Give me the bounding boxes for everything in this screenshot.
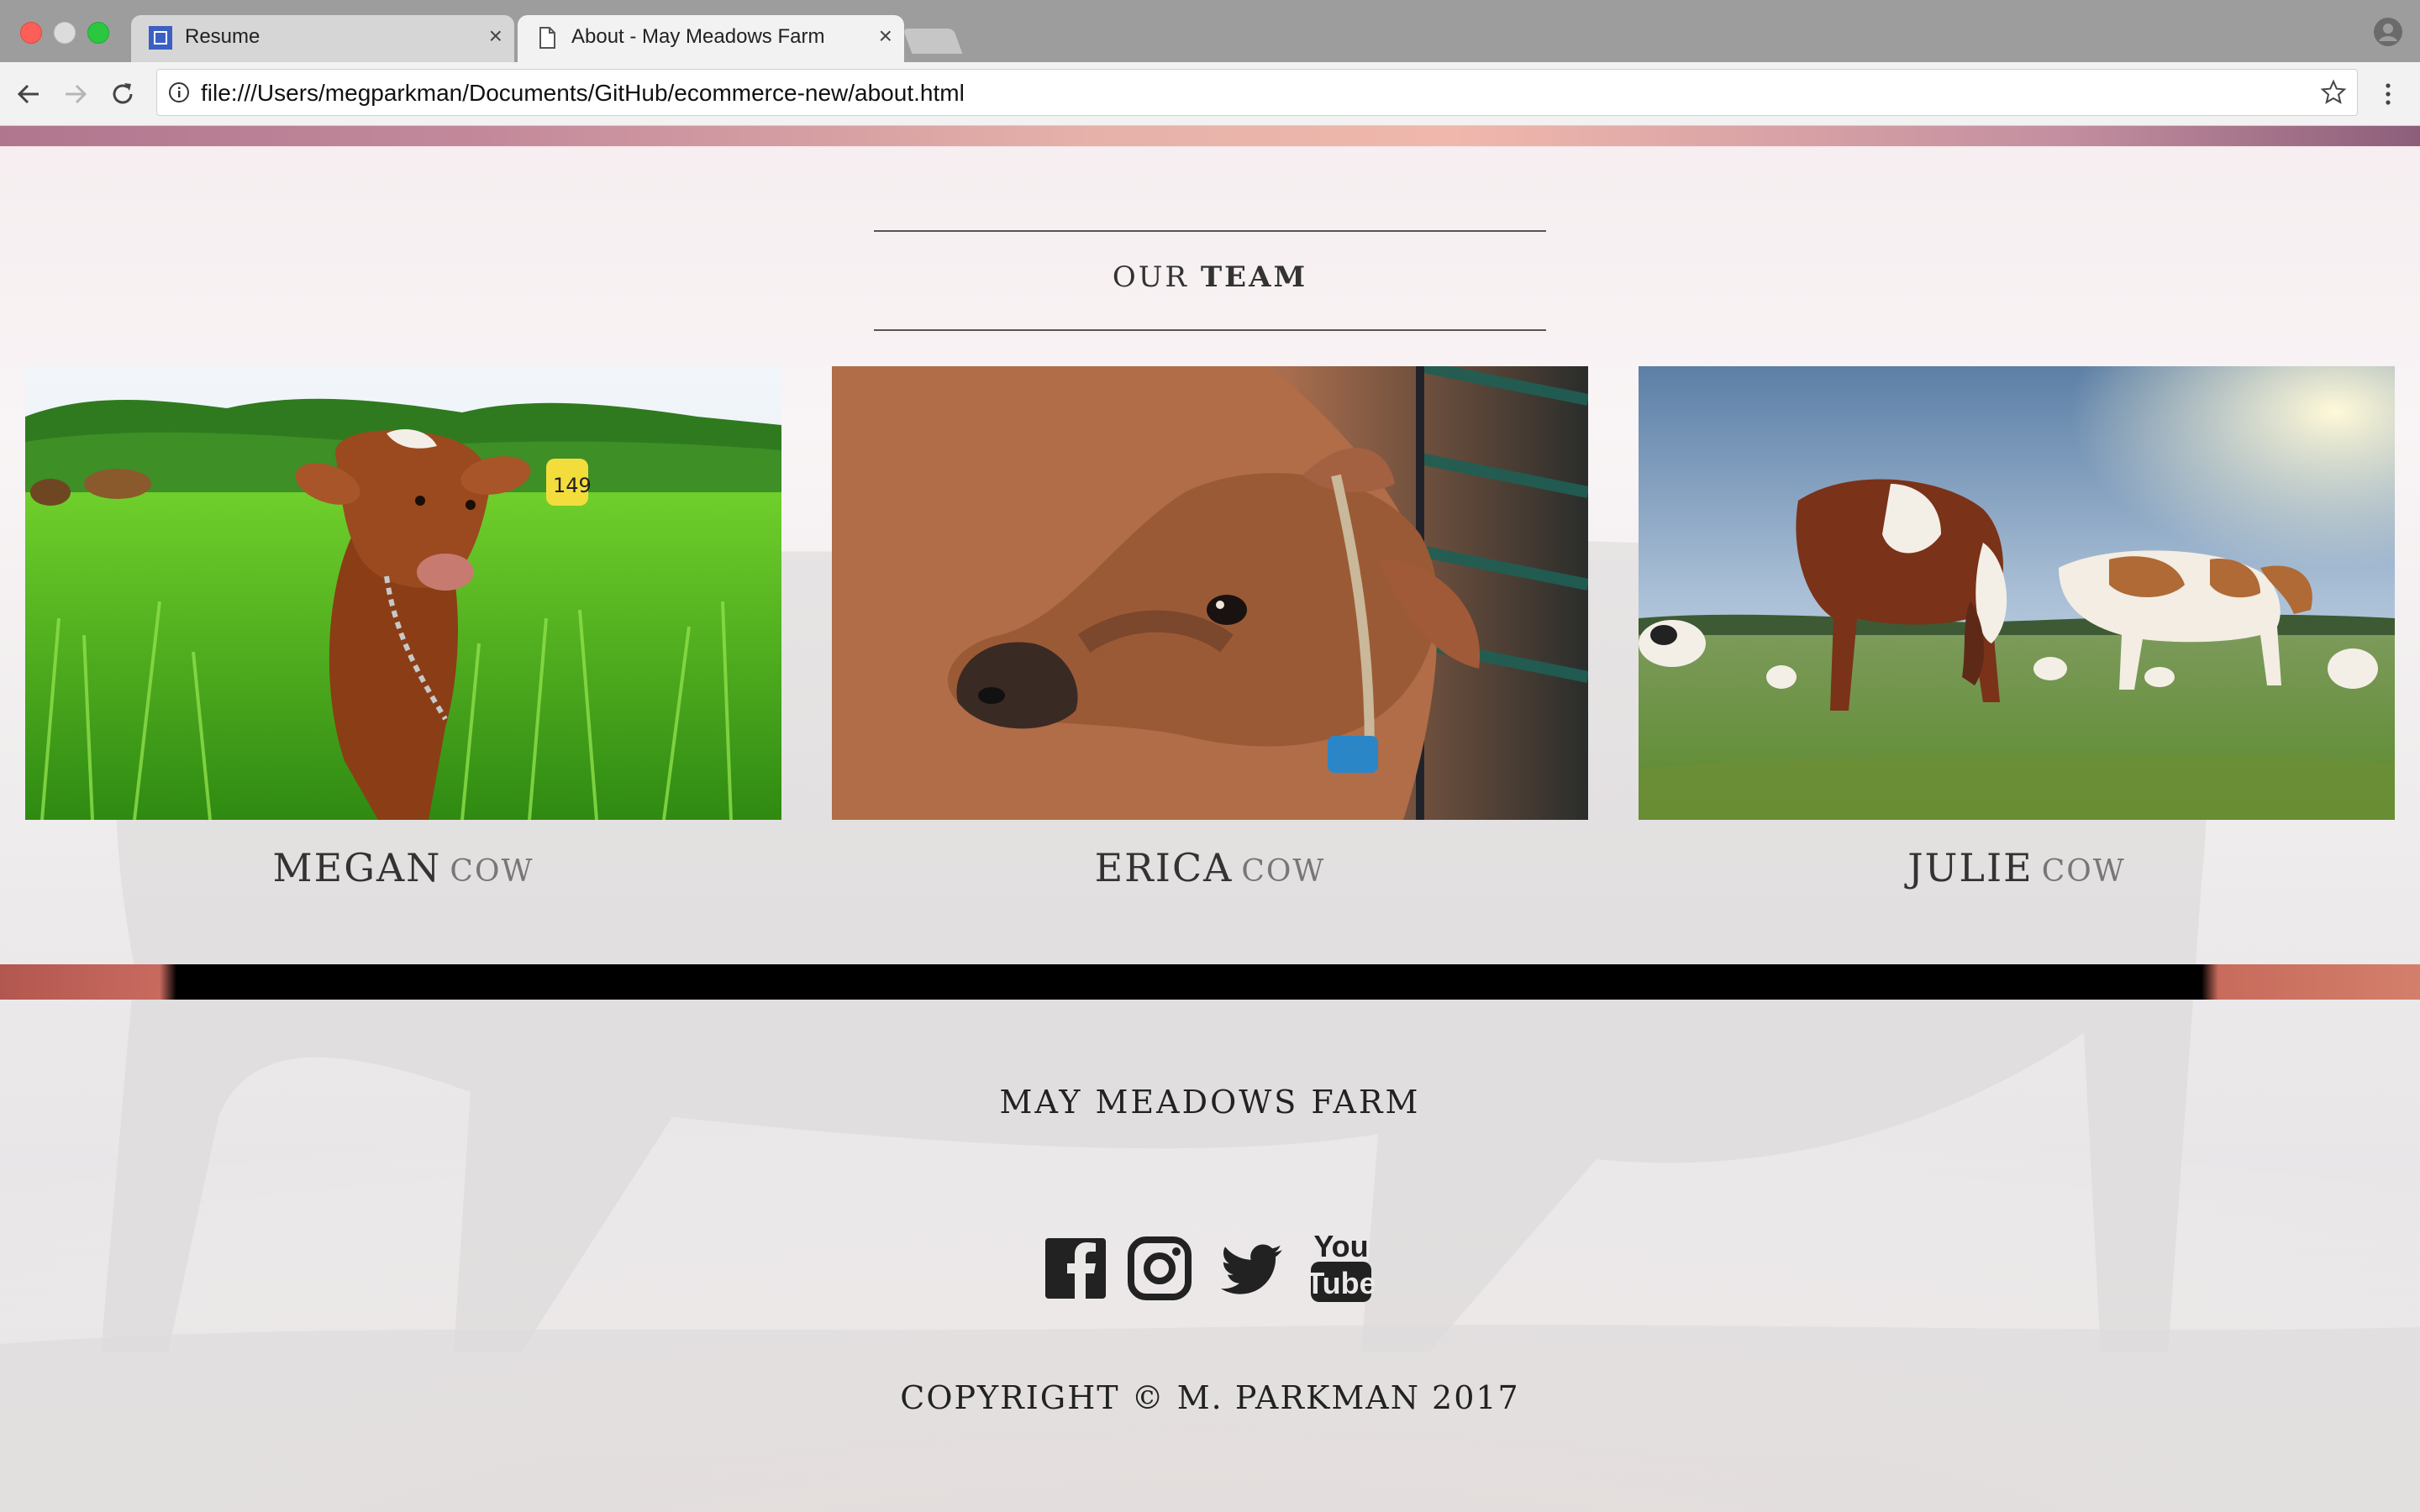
social-links: You Tube	[1042, 1218, 1378, 1319]
heading-divider-bottom	[874, 329, 1546, 331]
team-member-name-erica: ERICA COW	[832, 845, 1588, 890]
back-arrow-icon[interactable]	[13, 79, 44, 109]
url-text[interactable]: file:///Users/megparkman/Documents/GitHu…	[201, 80, 965, 107]
facebook-icon[interactable]	[1042, 1218, 1109, 1319]
youtube-icon-bottom-label: Tube	[1307, 1266, 1375, 1300]
team-heading-bold: TEAM	[1200, 260, 1308, 294]
reload-icon[interactable]	[108, 79, 138, 109]
copyright-text: COPYRIGHT © M. PARKMAN 2017	[900, 1379, 1520, 1416]
cow-closeup-image	[832, 366, 1588, 820]
window-minimize-button[interactable]	[54, 22, 76, 44]
page-icon	[539, 27, 555, 49]
member-role: COW	[450, 854, 534, 889]
window-close-button[interactable]	[20, 22, 42, 44]
tab-close-icon[interactable]: ×	[879, 24, 892, 49]
member-name: ERICA	[1094, 845, 1234, 890]
browser-menu-icon[interactable]	[2373, 79, 2403, 109]
team-member-name-megan: MEGAN COW	[25, 845, 781, 890]
team-member-photo-erica[interactable]	[832, 366, 1588, 820]
team-heading-light: OUR	[1112, 260, 1190, 294]
tab-title: Resume	[185, 25, 260, 48]
browser-tabstrip: Resume × About - May Meadows Farm ×	[0, 0, 2420, 62]
twitter-icon[interactable]	[1218, 1218, 1286, 1319]
window-zoom-button[interactable]	[87, 22, 109, 44]
new-tab-button[interactable]	[902, 29, 963, 54]
address-bar[interactable]: file:///Users/megparkman/Documents/GitHu…	[156, 69, 2358, 116]
bookmark-star-icon[interactable]	[2320, 79, 2347, 106]
member-role: COW	[2041, 854, 2126, 889]
forward-arrow-icon[interactable]	[60, 79, 91, 109]
tab-about[interactable]: About - May Meadows Farm ×	[518, 15, 904, 62]
profile-icon[interactable]	[2373, 17, 2403, 47]
team-member-photo-julie[interactable]	[1639, 366, 2395, 820]
calf-in-grass-image: 149	[25, 366, 781, 820]
member-name: MEGAN	[272, 845, 442, 890]
info-icon[interactable]	[167, 81, 191, 104]
heading-divider-top	[874, 230, 1546, 232]
resume-favicon-icon	[149, 26, 172, 50]
page-content: OUR TEAM 149 MEGAN COW ERICA COW JULIE C…	[0, 126, 2420, 1512]
team-member-name-julie: JULIE COW	[1639, 845, 2395, 890]
browser-toolbar: file:///Users/megparkman/Documents/GitHu…	[0, 62, 2420, 126]
team-heading: OUR TEAM	[874, 260, 1546, 294]
team-section-header: OUR TEAM	[874, 230, 1546, 331]
team-member-photo-megan[interactable]: 149	[25, 366, 781, 820]
tab-resume[interactable]: Resume ×	[131, 15, 514, 62]
footer-farm-name: MAY MEADOWS FARM	[999, 1084, 1421, 1121]
section-divider-band	[0, 964, 2420, 1000]
member-name: JULIE	[1907, 845, 2033, 890]
cows-grazing-image	[1639, 366, 2395, 820]
youtube-icon[interactable]: You Tube	[1307, 1218, 1375, 1319]
tab-close-icon[interactable]: ×	[489, 24, 502, 49]
member-role: COW	[1241, 854, 1326, 889]
tab-title: About - May Meadows Farm	[571, 25, 825, 48]
ear-tag-number: 149	[553, 474, 592, 497]
youtube-icon-top-label: You	[1313, 1229, 1368, 1263]
instagram-icon[interactable]	[1126, 1218, 1193, 1319]
